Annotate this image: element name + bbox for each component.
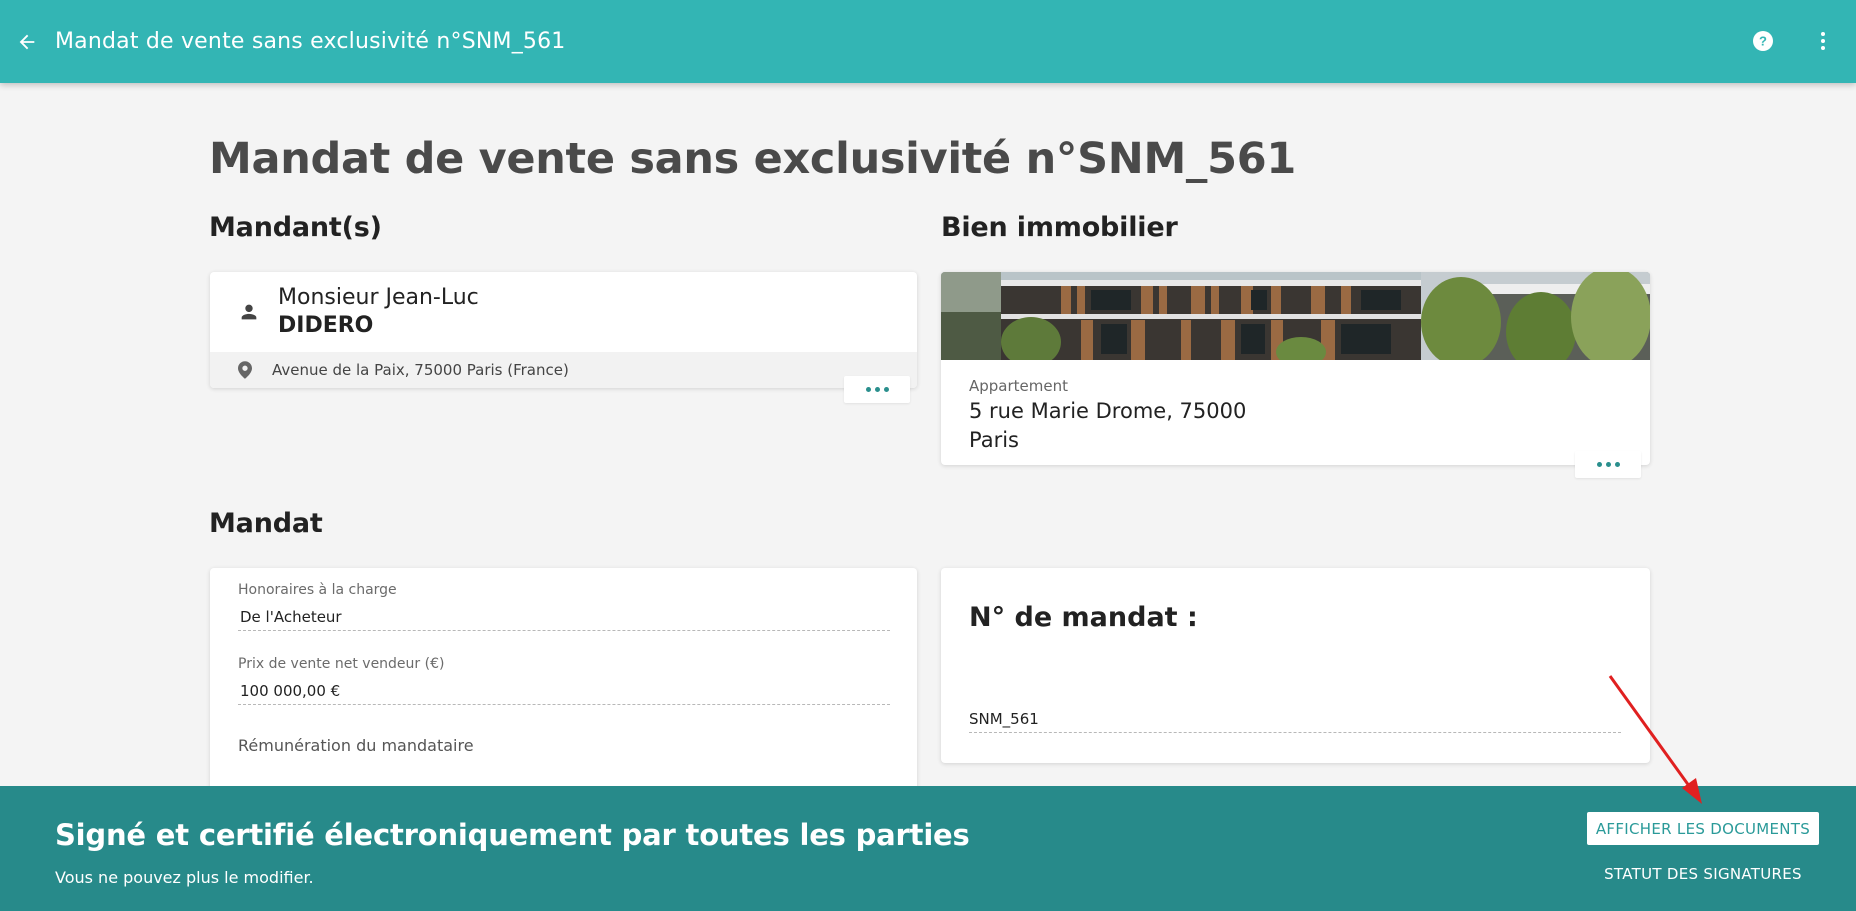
help-button[interactable]: ?	[1748, 26, 1778, 56]
help-circle-icon: ?	[1753, 31, 1773, 51]
numero-mandat-value[interactable]: SNM_561	[969, 710, 1621, 733]
bien-heading: Bien immobilier	[941, 212, 1178, 243]
back-button[interactable]	[13, 28, 41, 56]
prix-field[interactable]: Prix de vente net vendeur (€) 100 000,00…	[238, 656, 890, 705]
remuneration-label: Rémunération du mandataire	[238, 736, 474, 755]
banner-subtitle: Vous ne pouvez plus le modifier.	[55, 868, 314, 887]
honoraires-field[interactable]: Honoraires à la charge De l'Acheteur	[238, 582, 890, 631]
more-vert-icon	[1821, 32, 1825, 50]
mandant-card: Monsieur Jean-Luc DIDERO Avenue de la Pa…	[210, 272, 917, 403]
mandant-first-name: Monsieur Jean-Luc	[278, 285, 479, 310]
more-menu-button[interactable]	[1808, 26, 1838, 56]
svg-text:?: ?	[1759, 34, 1767, 49]
mandant-last-name: DIDERO	[278, 313, 374, 338]
honoraires-label: Honoraires à la charge	[238, 582, 397, 598]
mandants-heading: Mandant(s)	[209, 212, 382, 243]
numero-mandat-title: N° de mandat :	[969, 602, 1198, 633]
signature-status-button[interactable]: STATUT DES SIGNATURES	[1587, 862, 1819, 886]
signed-banner: Signé et certifié électroniquement par t…	[0, 786, 1856, 911]
numero-mandat-card: N° de mandat : SNM_561	[941, 568, 1650, 763]
location-pin-icon	[238, 361, 252, 379]
app-bar: Mandat de vente sans exclusivité n°SNM_5…	[0, 0, 1856, 83]
mandat-form-card: Honoraires à la charge De l'Acheteur Pri…	[210, 568, 917, 798]
property-address: 5 rue Marie Drome, 75000 Paris	[969, 399, 1247, 452]
arrow-left-icon	[19, 34, 35, 49]
banner-title: Signé et certifié électroniquement par t…	[55, 818, 970, 852]
property-photo	[941, 272, 1650, 360]
mandant-more-button[interactable]	[844, 376, 910, 403]
person-icon	[238, 301, 260, 323]
bien-card: Appartement 5 rue Marie Drome, 75000 Par…	[941, 272, 1650, 478]
more-horiz-icon	[1596, 462, 1620, 467]
honoraires-value[interactable]: De l'Acheteur	[238, 608, 890, 631]
mandat-heading: Mandat	[209, 508, 323, 539]
more-horiz-icon	[865, 387, 889, 392]
property-type: Appartement	[969, 377, 1069, 395]
prix-value[interactable]: 100 000,00 €	[238, 682, 890, 705]
app-bar-title: Mandat de vente sans exclusivité n°SNM_5…	[55, 29, 566, 54]
mandant-address-row: Avenue de la Paix, 75000 Paris (France)	[210, 352, 917, 388]
page-title: Mandat de vente sans exclusivité n°SNM_5…	[209, 134, 1296, 184]
mandant-address: Avenue de la Paix, 75000 Paris (France)	[272, 361, 569, 379]
bien-more-button[interactable]	[1575, 451, 1641, 478]
prix-label: Prix de vente net vendeur (€)	[238, 656, 445, 672]
show-documents-button[interactable]: AFFICHER LES DOCUMENTS	[1587, 812, 1819, 845]
mandant-person-row: Monsieur Jean-Luc DIDERO	[210, 272, 917, 352]
